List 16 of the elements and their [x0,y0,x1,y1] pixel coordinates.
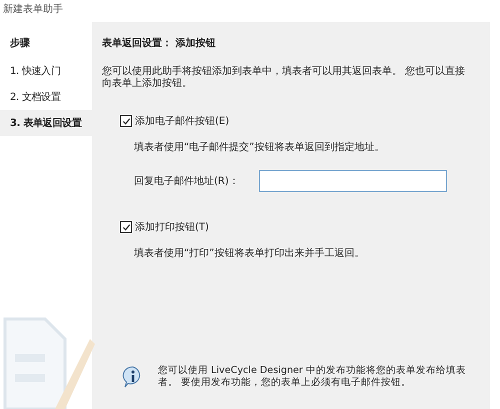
option-description: 填表者使用“电子邮件提交”按钮将表单返回到指定地址。 [134,140,386,154]
info-text: 您可以使用 LiveCycle Designer 中的发布功能将您的表单发布给填表者。 要使用发布功能，您的表单上必须有电子邮件按钮。 [158,365,467,389]
sidebar-item[interactable]: 1. 快速入门 [0,58,92,84]
intro-text: 您可以使用此助手将按钮添加到表单中，填表者可以用其返回表单。 您也可以直接向表单上添加按钮。 [102,66,466,90]
field-label: 回复电子邮件地址(R)： [134,174,239,188]
window-title: 新建表单助手 [2,2,64,17]
section-heading: 表单返回设置： 添加按钮 [102,36,216,50]
checkbox-label[interactable]: 添加电子邮件按钮(E) [135,114,230,128]
sidebar-item[interactable]: 2. 文档设置 [0,84,92,110]
sidebar-item[interactable]: 3. 表单返回设置 [0,110,92,136]
sidebar-heading: 步骤 [9,36,31,51]
checkbox[interactable] [120,221,132,233]
option-description: 填表者使用“打印”按钮将表单打印出来并手工返回。 [134,246,366,260]
checkbox[interactable] [120,115,132,127]
checkbox-label[interactable]: 添加打印按钮(T) [135,220,209,234]
email-input-field[interactable] [258,170,447,192]
